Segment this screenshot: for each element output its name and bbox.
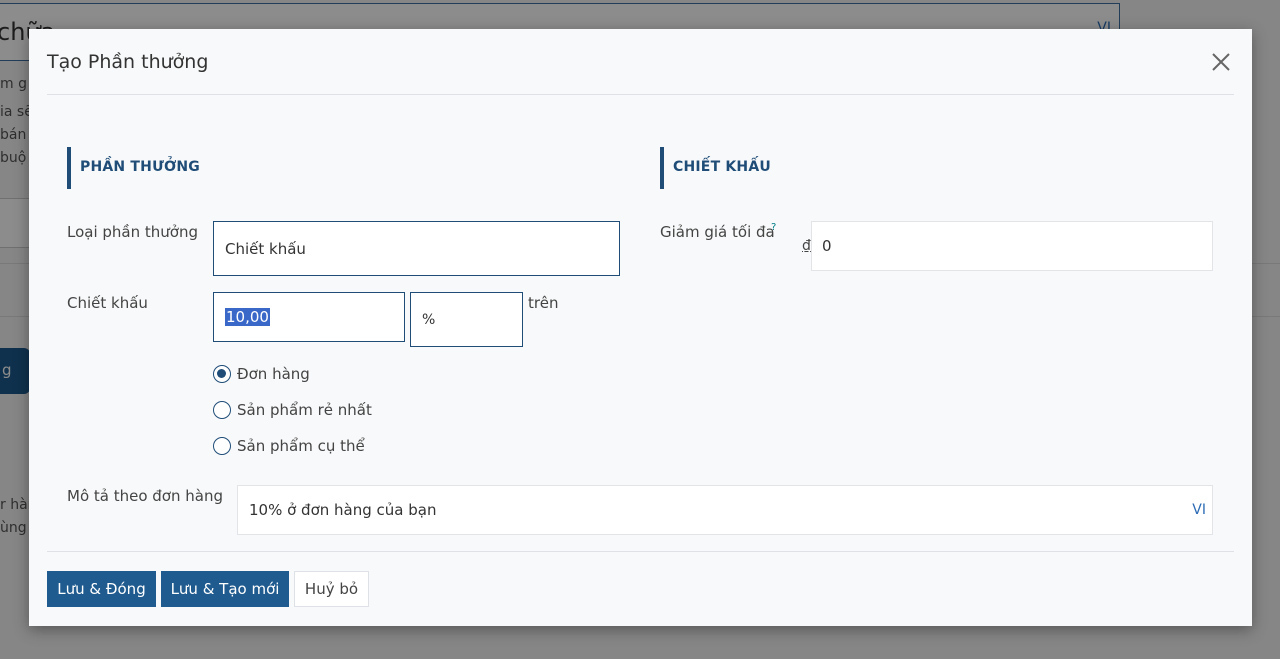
save-close-button[interactable]: Lưu & Đóng [47,571,156,607]
language-badge[interactable]: VI [1192,502,1206,518]
description-input[interactable]: 10% ở đơn hàng của bạn VI [237,485,1213,535]
description-label: Mô tả theo đơn hàng [67,487,223,505]
reward-type-value: Chiết khấu [225,240,306,258]
discard-button[interactable]: Huỷ bỏ [294,571,369,607]
save-new-button[interactable]: Lưu & Tạo mới [161,571,289,607]
create-reward-dialog: Tạo Phần thưởng PHẦN THƯỞNG CHIẾT KHẤU L… [29,29,1252,626]
modal-header: Tạo Phần thưởng [47,29,1234,95]
modal-title: Tạo Phần thưởng [47,51,208,73]
close-icon[interactable] [1210,51,1232,73]
section-discount-header: CHIẾT KHẤU [660,147,860,189]
on-label: trên [528,294,558,312]
apply-on-order-option[interactable]: Đơn hàng [213,365,310,383]
apply-on-specific-option[interactable]: Sản phẩm cụ thể [213,437,365,455]
discount-label: Chiết khấu [67,294,148,312]
discount-value: 10,00 [225,308,270,326]
currency-symbol: ₫ [802,238,811,254]
apply-on-cheapest-option[interactable]: Sản phẩm rẻ nhất [213,401,372,419]
section-reward-header: PHẦN THƯỞNG [67,147,267,189]
description-value: 10% ở đơn hàng của bạn [249,501,436,519]
footer-divider [47,551,1234,552]
max-discount-value: 0 [822,237,832,255]
reward-type-label: Loại phần thưởng [67,223,198,241]
radio-label: Sản phẩm cụ thể [237,437,365,455]
radio-label: Sản phẩm rẻ nhất [237,401,372,419]
radio-button[interactable] [213,365,231,383]
discount-unit-value: % [422,312,435,328]
max-discount-input[interactable]: 0 [811,221,1213,271]
radio-button[interactable] [213,401,231,419]
discount-input[interactable]: 10,00 [213,292,405,342]
radio-label: Đơn hàng [237,365,310,383]
help-tooltip-icon[interactable]: ? [771,222,776,233]
max-discount-label: Giảm giá tối đa [660,223,775,241]
reward-type-select[interactable]: Chiết khấu [213,221,620,276]
radio-button[interactable] [213,437,231,455]
discount-unit-select[interactable]: % [410,292,523,347]
